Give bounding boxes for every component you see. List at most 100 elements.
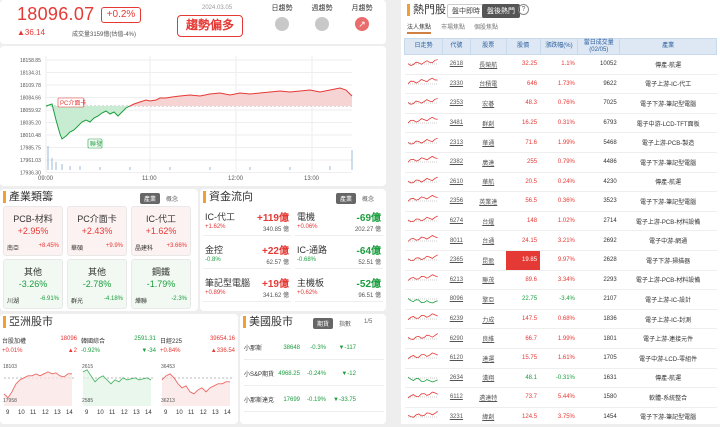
stock-name[interactable]: 台積電 (470, 74, 507, 95)
toggle-index[interactable]: 指數 (335, 318, 355, 329)
fund-flow-item[interactable]: 筆記型電腦 +19億 +0.89% 341.62 億 (203, 273, 291, 302)
table-row[interactable]: 3481 群創 16.25 0.31% 6793 電子中游-LCD-TFT面板 (404, 113, 717, 134)
market-mini-chart[interactable]: 韓國綜合 2591.31 -0.92% ▼-34 2615 2585 9 10 11 12 13 14 (81, 336, 156, 422)
stock-code[interactable]: 6274 (442, 211, 471, 232)
table-row[interactable]: 2353 宏碁 48.3 0.76% 7025 電子下游-筆記型電腦 (404, 93, 717, 114)
industry-card[interactable]: PC介面卡 +2.43% 華碩 +9.9% (67, 206, 127, 256)
table-row[interactable]: 6112 邁達特 73.7 5.44% 1580 軟體-系統整合 (404, 387, 717, 408)
stock-name[interactable]: 擎亞 (470, 289, 507, 310)
column-header[interactable]: 漲跌幅(%) (539, 38, 579, 55)
stock-code[interactable]: 3481 (442, 113, 471, 134)
stock-code[interactable]: 6120 (442, 348, 471, 369)
table-row[interactable]: 2382 廣達 255 0.79% 4486 電子下游-筆記型電腦 (404, 152, 717, 173)
column-header[interactable]: 產業 (619, 38, 717, 55)
table-row[interactable]: 2330 台積電 646 1.73% 9622 電子上游-IC-代工 (404, 74, 717, 95)
stock-code[interactable]: 6213 (442, 270, 471, 291)
stock-code[interactable]: 8011 (442, 230, 471, 251)
stock-name[interactable]: 聯茂 (470, 270, 507, 291)
stock-code[interactable]: 8096 (442, 289, 471, 310)
industry-card[interactable]: PCB-材料 +2.95% 南亞 +8.45% (3, 206, 63, 256)
stock-name[interactable]: 華航 (470, 172, 507, 193)
fund-flow-item[interactable]: 金控 +22億 -0.8% 62.57 億 (203, 240, 291, 269)
table-row[interactable]: 2356 英業達 56.5 0.36% 3523 電子下游-筆記型電腦 (404, 191, 717, 212)
market-mini-chart[interactable]: 日經225 39654.16 +0.84% ▲336.54 36453 36213 9 10 1… (160, 336, 235, 422)
stock-code[interactable]: 2353 (442, 93, 471, 114)
column-header[interactable]: 股價 (505, 38, 541, 55)
subtab-stock[interactable]: 個股焦點 (474, 22, 498, 31)
table-row[interactable]: 2618 長榮航 32.25 1.1% 10052 傳產-航運 (404, 54, 717, 75)
stock-code[interactable]: 2382 (442, 152, 471, 173)
stock-name[interactable]: 廣達 (470, 152, 507, 173)
stock-name[interactable]: 昆盈 (470, 250, 507, 271)
fund-flow-item[interactable]: IC-通路 -64億 -0.68% 52.51 億 (295, 240, 383, 269)
chart-tag-prev: PC介面卡 (60, 99, 86, 107)
mini-hi: 2615 (82, 364, 93, 370)
industry-card[interactable]: 鋼鐵 -1.79% 燁聯 -2.3% (131, 259, 191, 309)
help-icon[interactable]: ? (518, 4, 529, 15)
stock-code[interactable]: 2610 (442, 172, 471, 193)
tab-intraday[interactable]: 盤中即時 (447, 4, 485, 18)
fund-flow-item[interactable]: 電機 -69億 +0.06% 202.27 億 (295, 207, 383, 236)
stock-code[interactable]: 2356 (442, 191, 471, 212)
stock-name[interactable]: 華通 (470, 132, 507, 153)
column-header[interactable]: 當日成交量(02/05) (577, 38, 621, 55)
tab-after-hours[interactable]: 盤後熱門 (482, 4, 520, 18)
toggle-futures[interactable]: 期貨 (313, 318, 334, 329)
industry-card[interactable]: 其他 -3.26% 川湖 -6.91% (3, 259, 63, 309)
stock-code[interactable]: 2313 (442, 132, 471, 153)
table-row[interactable]: 2313 華通 71.6 1.99% 5468 電子上游-PCB-製造 (404, 132, 717, 153)
toggle-concept[interactable]: 概念 (162, 193, 182, 204)
stock-code[interactable]: 2330 (442, 74, 471, 95)
stock-code[interactable]: 6290 (442, 328, 471, 349)
table-row[interactable]: 8096 擎亞 22.75 -3.4% 2107 電子上游-IC-設計 (404, 289, 717, 310)
flow-industry-name: IC-代工 (205, 212, 235, 222)
stock-name[interactable]: 達運 (470, 348, 507, 369)
stock-code[interactable]: 6112 (442, 387, 471, 408)
fund-flow-item[interactable]: 主機板 -52億 +0.62% 96.51 億 (295, 273, 383, 302)
toggle-industry[interactable]: 產業 (140, 193, 161, 204)
toggle-concept[interactable]: 概念 (358, 193, 378, 204)
column-header[interactable]: 日走勢 (404, 38, 443, 55)
us-market-row[interactable]: 小S&P期貨 4968.25 -0.24% ▼-12 (244, 362, 384, 386)
us-market-row[interactable]: 小那斯達克 17699 -0.19% ▼-33.75 (244, 388, 384, 412)
table-row[interactable]: 6274 台燿 148 1.02% 2714 電子上游-PCB-材料設備 (404, 211, 717, 232)
toggle-industry[interactable]: 產業 (336, 193, 357, 204)
stock-code[interactable]: 2634 (442, 368, 471, 389)
stock-code[interactable]: 2618 (442, 54, 471, 75)
table-row[interactable]: 6239 力成 147.5 0.68% 1836 電子上游-IC-封測 (404, 309, 717, 330)
stock-code[interactable]: 6239 (442, 309, 471, 330)
section-title: 熱門股 (407, 4, 446, 16)
daily-trend-button[interactable]: 日趨勢 (262, 3, 302, 31)
stock-name[interactable]: 英業達 (470, 191, 507, 212)
table-row[interactable]: 6290 良維 66.7 1.99% 1801 電子上游-連接元件 (404, 328, 717, 349)
stock-pct: -3.4% (540, 289, 578, 310)
stock-name[interactable]: 宏碁 (470, 93, 507, 114)
monthly-trend-button[interactable]: 月趨勢 ↗ (342, 3, 382, 31)
industry-card[interactable]: 其他 -2.78% 群光 -4.18% (67, 259, 127, 309)
table-row[interactable]: 2634 漢翔 48.1 -0.31% 1631 傳產-航運 (404, 368, 717, 389)
table-row[interactable]: 2610 華航 20.5 0.24% 4230 傳產-航運 (404, 172, 717, 193)
subtab-institutional[interactable]: 法人焦點 (407, 22, 432, 34)
us-market-row[interactable]: 小那斯 38648 -0.3% ▼-117 (244, 336, 384, 360)
stock-name[interactable]: 漢翔 (470, 368, 507, 389)
stock-name[interactable]: 良維 (470, 328, 507, 349)
stock-name[interactable]: 台燿 (470, 211, 507, 232)
weekly-trend-button[interactable]: 週趨勢 (302, 3, 342, 31)
stock-name[interactable]: 邁達特 (470, 387, 507, 408)
table-row[interactable]: 8011 台通 24.15 3.21% 2692 電子中游-網通 (404, 230, 717, 251)
market-mini-chart[interactable]: 台股加權 18096 +0.01% ▲2 18103 17958 9 10 11 12 13 14 (2, 336, 77, 422)
table-row[interactable]: 6120 達運 15.75 1.61% 1705 電子中游-LCD-零組件 (404, 348, 717, 369)
column-header[interactable]: 股票 (469, 38, 507, 55)
stock-name[interactable]: 群創 (470, 113, 507, 134)
stock-name[interactable]: 力成 (470, 309, 507, 330)
industry-card[interactable]: IC-代工 +1.62% 晶建科 +3.66% (131, 206, 191, 256)
stock-name[interactable]: 長榮航 (470, 54, 507, 75)
stock-code[interactable]: 2365 (442, 250, 471, 271)
stock-name[interactable]: 台通 (470, 230, 507, 251)
stock-volume: 1801 (577, 328, 620, 349)
subtab-market[interactable]: 市場焦點 (441, 22, 465, 31)
column-header[interactable]: 代號 (441, 38, 471, 55)
table-row[interactable]: 2365 昆盈 19.85 9.97% 2628 電子下游-掃描器 (404, 250, 717, 271)
fund-flow-item[interactable]: IC-代工 +119億 +1.62% 340.85 億 (203, 207, 291, 236)
table-row[interactable]: 6213 聯茂 89.6 3.34% 2293 電子上游-PCB-材料設備 (404, 270, 717, 291)
